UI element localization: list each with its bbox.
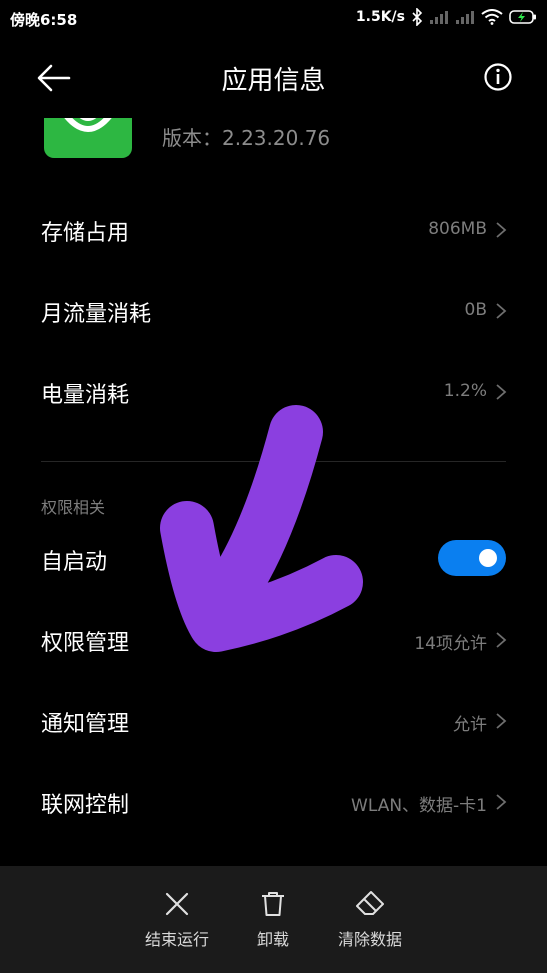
chevron-right-icon xyxy=(496,303,507,319)
section-divider xyxy=(41,461,506,462)
action-label: 清除数据 xyxy=(337,930,402,949)
bottom-action-bar: 结束运行 卸载 清除数据 xyxy=(0,866,547,973)
network-control-row[interactable]: 联网控制 WLAN、数据-卡1 xyxy=(0,761,547,841)
battery-charging-icon xyxy=(509,10,536,24)
uninstall-button[interactable]: 卸载 xyxy=(218,890,328,950)
row-value: 806MB xyxy=(428,219,487,239)
chevron-right-icon xyxy=(496,222,507,238)
data-usage-row[interactable]: 月流量消耗 0B xyxy=(0,270,547,350)
chevron-right-icon xyxy=(496,794,507,810)
autostart-row[interactable]: 自启动 xyxy=(0,518,547,598)
force-stop-button[interactable]: 结束运行 xyxy=(122,890,232,950)
info-icon[interactable] xyxy=(483,62,513,92)
app-icon xyxy=(44,118,132,158)
status-time: 傍晚6:58 xyxy=(10,11,78,29)
row-label: 电量消耗 xyxy=(41,383,130,408)
chevron-right-icon xyxy=(496,384,507,400)
autostart-toggle[interactable] xyxy=(438,540,506,576)
close-icon xyxy=(165,892,189,916)
chevron-right-icon xyxy=(496,713,507,729)
row-value: 1.2% xyxy=(443,381,487,401)
network-speed: 1.5K/s xyxy=(355,9,405,25)
status-indicators: 1.5K/s xyxy=(356,8,537,26)
action-label: 结束运行 xyxy=(144,930,209,949)
battery-usage-row[interactable]: 电量消耗 1.2% xyxy=(0,351,547,431)
toggle-knob xyxy=(479,549,497,567)
bluetooth-icon xyxy=(412,8,423,26)
row-value: 0B xyxy=(464,300,487,320)
row-label: 权限管理 xyxy=(41,631,130,656)
trash-icon xyxy=(262,892,284,916)
row-label: 联网控制 xyxy=(41,793,130,818)
permission-management-row[interactable]: 权限管理 14项允许 xyxy=(0,599,547,679)
signal-icon-2 xyxy=(456,11,474,24)
status-bar: 傍晚6:58 1.5K/s xyxy=(0,0,547,38)
row-label: 通知管理 xyxy=(41,712,130,737)
chevron-right-icon xyxy=(496,632,507,648)
row-value: WLAN、数据-卡1 xyxy=(351,796,487,816)
eraser-icon xyxy=(356,891,384,915)
notification-management-row[interactable]: 通知管理 允许 xyxy=(0,680,547,760)
clear-data-button[interactable]: 清除数据 xyxy=(315,890,425,950)
signal-icon xyxy=(430,11,448,24)
row-label: 月流量消耗 xyxy=(41,302,152,327)
app-version: 版本：2.23.20.76 xyxy=(162,126,331,150)
section-title: 权限相关 xyxy=(41,498,106,517)
wifi-icon xyxy=(481,9,503,25)
app-bar: 应用信息 xyxy=(0,38,547,118)
row-label: 存储占用 xyxy=(41,221,130,246)
row-label: 自启动 xyxy=(41,550,108,575)
storage-row[interactable]: 存储占用 806MB xyxy=(0,189,547,269)
page-title: 应用信息 xyxy=(221,66,326,96)
row-value: 14项允许 xyxy=(414,634,487,654)
action-label: 卸载 xyxy=(256,930,289,949)
row-value: 允许 xyxy=(453,715,487,735)
